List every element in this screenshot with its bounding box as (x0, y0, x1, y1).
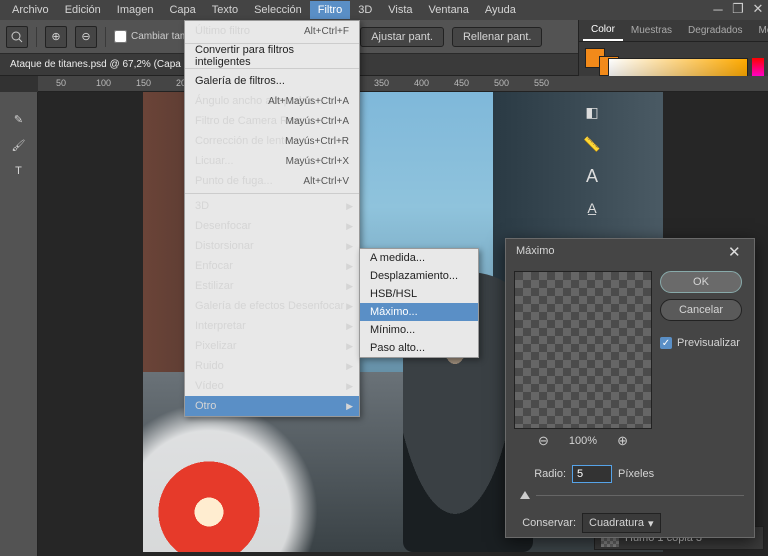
cancel-button[interactable]: Cancelar (660, 299, 742, 321)
type-icon[interactable]: T (5, 160, 33, 182)
conservar-label: Conservar: (516, 517, 576, 529)
filter-ultimo: Último filtroAlt+Ctrl+F (185, 21, 359, 41)
radius-slider[interactable] (520, 491, 530, 499)
otro-desplazamiento[interactable]: Desplazamiento... (360, 267, 478, 285)
filter-ruido[interactable]: Ruido▶ (185, 356, 359, 376)
filter-raw[interactable]: Filtro de Camera Raw...Mayús+Ctrl+A (185, 111, 359, 131)
otro-hsbhsl[interactable]: HSB/HSL (360, 285, 478, 303)
filter-fuga[interactable]: Punto de fuga...Alt+Ctrl+V (185, 171, 359, 191)
filter-dropdown: Último filtroAlt+Ctrl+F Convertir para f… (184, 20, 360, 417)
filter-interpretar[interactable]: Interpretar▶ (185, 316, 359, 336)
filter-enfocar[interactable]: Enfocar▶ (185, 256, 359, 276)
preview-checkbox[interactable]: ✓Previsualizar (660, 337, 742, 349)
radio-input[interactable] (572, 465, 612, 483)
filter-galeria[interactable]: Galería de filtros... (185, 71, 359, 91)
ok-button[interactable]: OK (660, 271, 742, 293)
type-tool-overlay: ◧ 📏 A A̲ (580, 100, 608, 220)
window-minimize-icon[interactable]: ─ (712, 3, 724, 15)
menu-filtro[interactable]: Filtro (310, 1, 350, 19)
tool-preset-icon[interactable] (6, 26, 28, 48)
filter-blur-gallery[interactable]: Galería de efectos Desenfocar▶ (185, 296, 359, 316)
filter-estilizar[interactable]: Estilizar▶ (185, 276, 359, 296)
filter-convertir[interactable]: Convertir para filtros inteligentes (185, 46, 359, 66)
ruler-icon[interactable]: 📏 (580, 132, 604, 156)
conservar-select[interactable]: Cuadratura▾ (582, 513, 661, 533)
dialog-close-icon[interactable]: ✕ (728, 243, 744, 259)
menu-3d[interactable]: 3D (350, 1, 380, 19)
radio-label: Radio: (516, 468, 566, 480)
filter-otro[interactable]: Otro▶ (185, 396, 359, 416)
type-large-icon[interactable]: A (580, 164, 604, 188)
fit-screen-button[interactable]: Ajustar pant. (360, 27, 444, 47)
menu-archivo[interactable]: Archivo (4, 1, 57, 19)
otro-submenu: A medida... Desplazamiento... HSB/HSL Má… (359, 248, 479, 358)
menu-capa[interactable]: Capa (161, 1, 203, 19)
filter-pixelizar[interactable]: Pixelizar▶ (185, 336, 359, 356)
window-restore-icon[interactable]: ❐ (732, 3, 744, 15)
menu-ventana[interactable]: Ventana (421, 1, 477, 19)
filter-preview[interactable] (514, 271, 652, 429)
otro-pasoalto[interactable]: Paso alto... (360, 339, 478, 357)
menu-imagen[interactable]: Imagen (109, 1, 162, 19)
brush-icon[interactable]: 🖌 (5, 134, 33, 156)
maximo-dialog: Máximo ✕ ⊖ 100% ⊕ OK Cancelar ✓Previsual… (505, 238, 755, 538)
menu-seleccion[interactable]: Selección (246, 1, 310, 19)
horizontal-ruler: 50 100 150 200 250 300 350 400 450 500 5… (38, 76, 768, 92)
filter-3d[interactable]: 3D▶ (185, 196, 359, 216)
menu-bar: Archivo Edición Imagen Capa Texto Selecc… (0, 0, 768, 20)
window-close-icon[interactable]: ✕ (752, 3, 764, 15)
filter-desenfocar[interactable]: Desenfocar▶ (185, 216, 359, 236)
tab-color[interactable]: Color (583, 20, 623, 41)
filter-distorsionar[interactable]: Distorsionar▶ (185, 236, 359, 256)
type-small-icon[interactable]: A̲ (580, 196, 604, 220)
menu-edicion[interactable]: Edición (57, 1, 109, 19)
zoom-in-preview-icon[interactable]: ⊕ (617, 433, 628, 449)
zoom-out-preview-icon[interactable]: ⊖ (538, 433, 549, 449)
otro-minimo[interactable]: Mínimo... (360, 321, 478, 339)
color-sampler-icon[interactable]: ◧ (580, 100, 604, 124)
tab-degradados[interactable]: Degradados (680, 21, 750, 40)
zoom-out-icon[interactable]: ⊖ (75, 26, 97, 48)
menu-ayuda[interactable]: Ayuda (477, 1, 524, 19)
dialog-title: Máximo (516, 245, 555, 257)
eyedropper-icon[interactable]: ✎ (5, 108, 33, 130)
zoom-in-icon[interactable]: ⊕ (45, 26, 67, 48)
menu-vista[interactable]: Vista (380, 1, 420, 19)
otro-amedida[interactable]: A medida... (360, 249, 478, 267)
otro-maximo[interactable]: Máximo... (360, 303, 478, 321)
fill-screen-button[interactable]: Rellenar pant. (452, 27, 543, 47)
left-toolstrip: ✎ 🖌 T (0, 92, 38, 556)
tab-muestras[interactable]: Muestras (623, 21, 680, 40)
filter-licuar[interactable]: Licuar...Mayús+Ctrl+X (185, 151, 359, 171)
filter-video[interactable]: Vídeo▶ (185, 376, 359, 396)
filter-angulo[interactable]: Ángulo ancho adaptable...Alt+Mayús+Ctrl+… (185, 91, 359, 111)
menu-texto[interactable]: Texto (204, 1, 246, 19)
zoom-level: 100% (569, 435, 597, 447)
filter-lente[interactable]: Corrección de lente...Mayús+Ctrl+R (185, 131, 359, 151)
tab-motivos[interactable]: Motivos (751, 21, 768, 40)
radio-unit: Píxeles (618, 468, 654, 480)
